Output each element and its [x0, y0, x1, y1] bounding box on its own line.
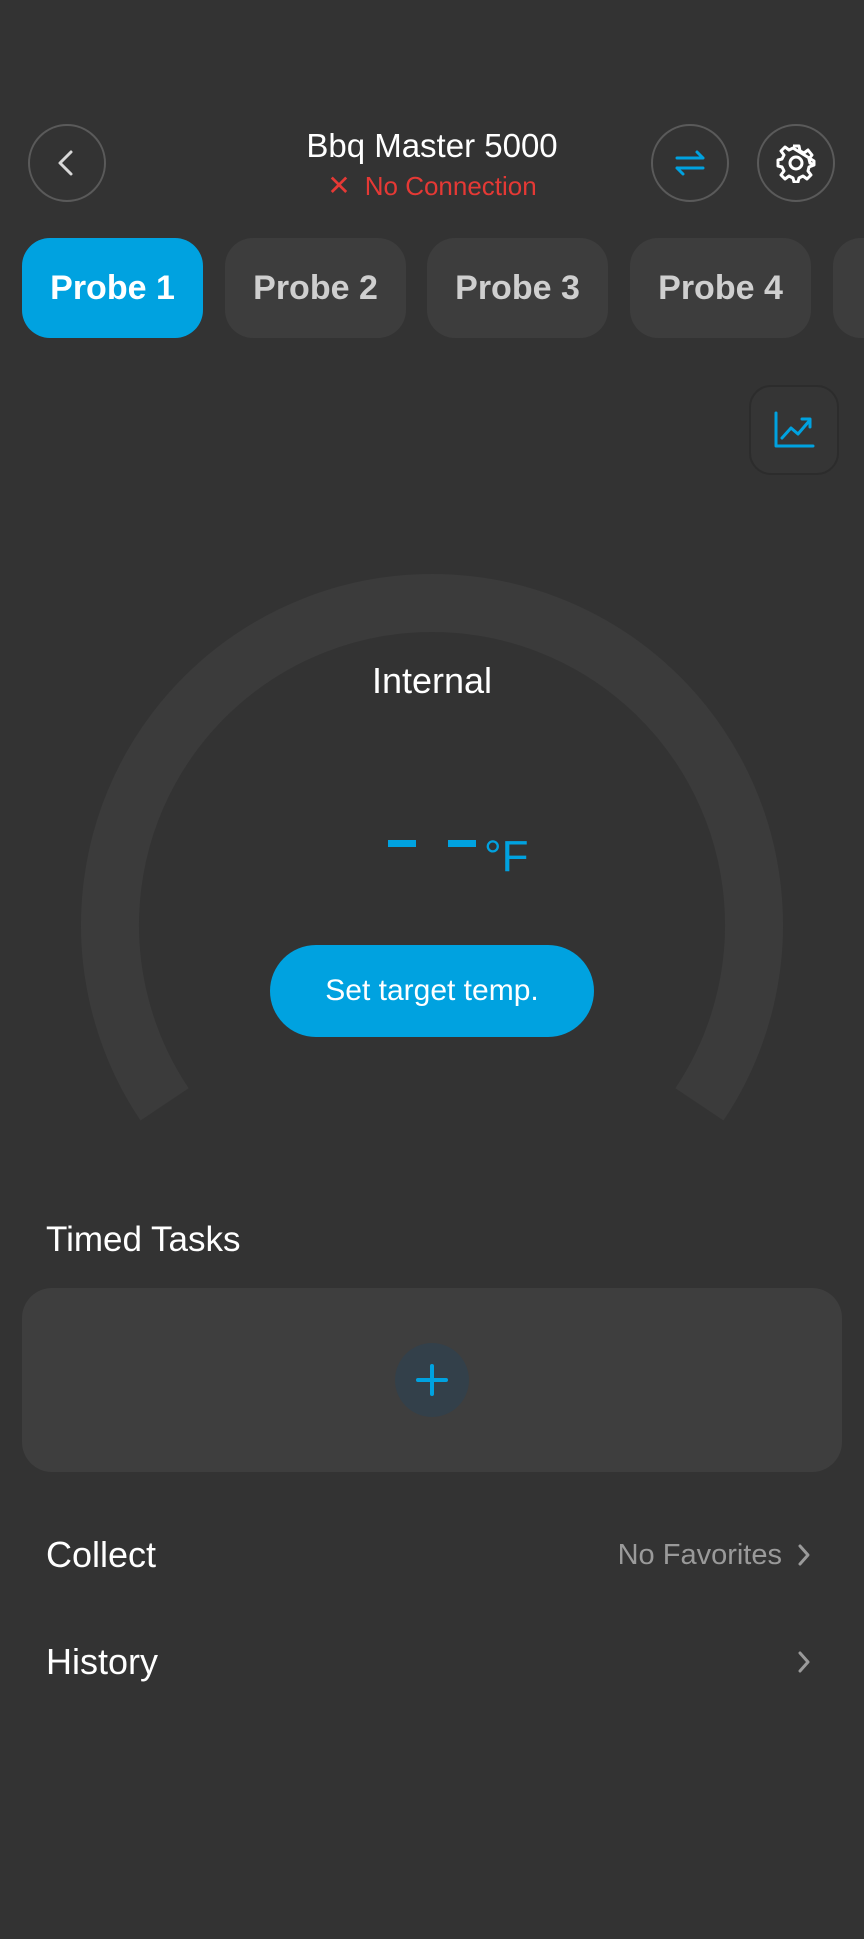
close-icon: ✕ — [327, 170, 351, 201]
tab-probe-1[interactable]: Probe 1 — [22, 238, 203, 338]
gear-icon — [776, 144, 816, 183]
set-target-temp-button[interactable]: Set target temp. — [270, 945, 594, 1037]
probe-tabs: Probe 1 Probe 2 Probe 3 Probe 4 — [22, 238, 864, 338]
settings-button[interactable] — [757, 124, 835, 202]
temp-placeholder-dash — [388, 840, 416, 847]
device-name: Bbq Master 5000 — [306, 127, 558, 164]
plus-icon — [416, 1364, 448, 1396]
history-label: History — [46, 1641, 159, 1682]
tab-probe-4[interactable]: Probe 4 — [630, 238, 811, 338]
timed-tasks-card — [22, 1288, 842, 1472]
history-row[interactable]: History — [0, 1617, 864, 1707]
chevron-left-icon — [58, 150, 73, 176]
temperature-readout: °F — [332, 810, 532, 900]
temperature-unit: °F — [484, 832, 529, 881]
connection-status: ✕ No Connection — [327, 168, 536, 204]
chart-button[interactable] — [749, 385, 839, 475]
collect-value: No Favorites — [617, 1538, 782, 1571]
chevron-right-icon — [798, 1651, 810, 1673]
connection-status-text: No Connection — [364, 171, 537, 201]
device-header: Bbq Master 5000 ✕ No Connection — [232, 124, 632, 204]
back-button[interactable] — [28, 124, 106, 202]
collect-row[interactable]: Collect No Favorites — [0, 1510, 864, 1600]
swap-arrows-icon — [675, 150, 705, 176]
switch-device-button[interactable] — [651, 124, 729, 202]
tab-probe-2[interactable]: Probe 2 — [225, 238, 406, 338]
gauge-label: Internal — [371, 660, 493, 701]
chevron-right-icon — [798, 1544, 810, 1566]
collect-label: Collect — [46, 1534, 157, 1575]
temp-placeholder-dash — [448, 840, 476, 847]
timed-tasks-title: Timed Tasks — [46, 1220, 241, 1259]
add-task-button[interactable] — [395, 1343, 469, 1417]
line-chart-icon — [774, 411, 815, 448]
probe-screen: Bbq Master 5000 ✕ No Connection Probe 1 … — [0, 0, 864, 1939]
tab-probe-3[interactable]: Probe 3 — [427, 238, 608, 338]
tab-probe-more[interactable] — [833, 238, 864, 338]
